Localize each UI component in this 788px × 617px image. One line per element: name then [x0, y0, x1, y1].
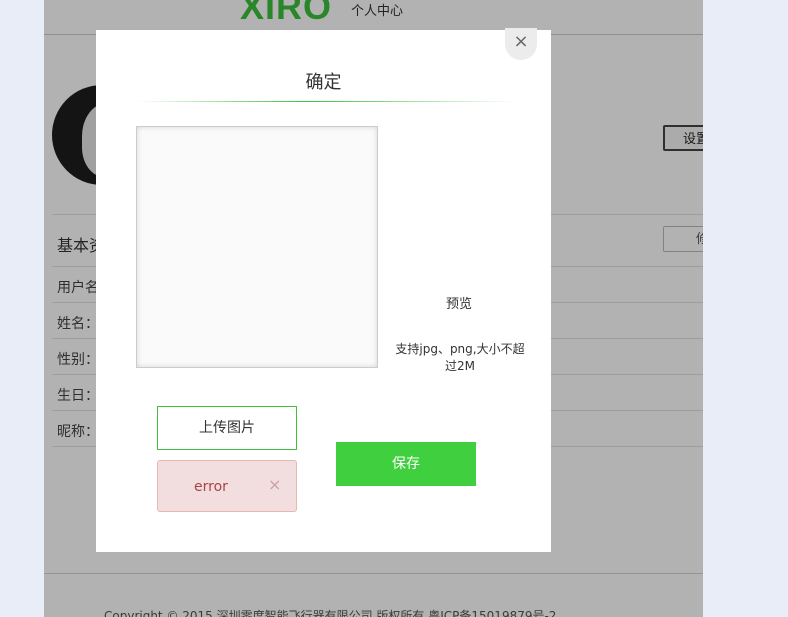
image-crop-area[interactable]: [136, 126, 378, 368]
modal-title: 确定: [305, 72, 342, 93]
save-button[interactable]: 保存: [336, 442, 476, 486]
file-support-hint: 支持jpg、png,大小不超过2M: [395, 342, 525, 373]
close-icon[interactable]: ×: [505, 28, 537, 60]
dismiss-error-icon[interactable]: ×: [268, 475, 281, 494]
upload-image-button[interactable]: 上传图片: [157, 406, 297, 450]
title-underline: [136, 101, 516, 102]
avatar-upload-modal: × 确定 预览 支持jpg、png,大小不超过2M 上传图片 error × 保…: [96, 28, 551, 552]
error-message: error: [194, 479, 228, 495]
preview-label: 预览: [446, 297, 473, 312]
error-alert: error ×: [157, 460, 297, 512]
